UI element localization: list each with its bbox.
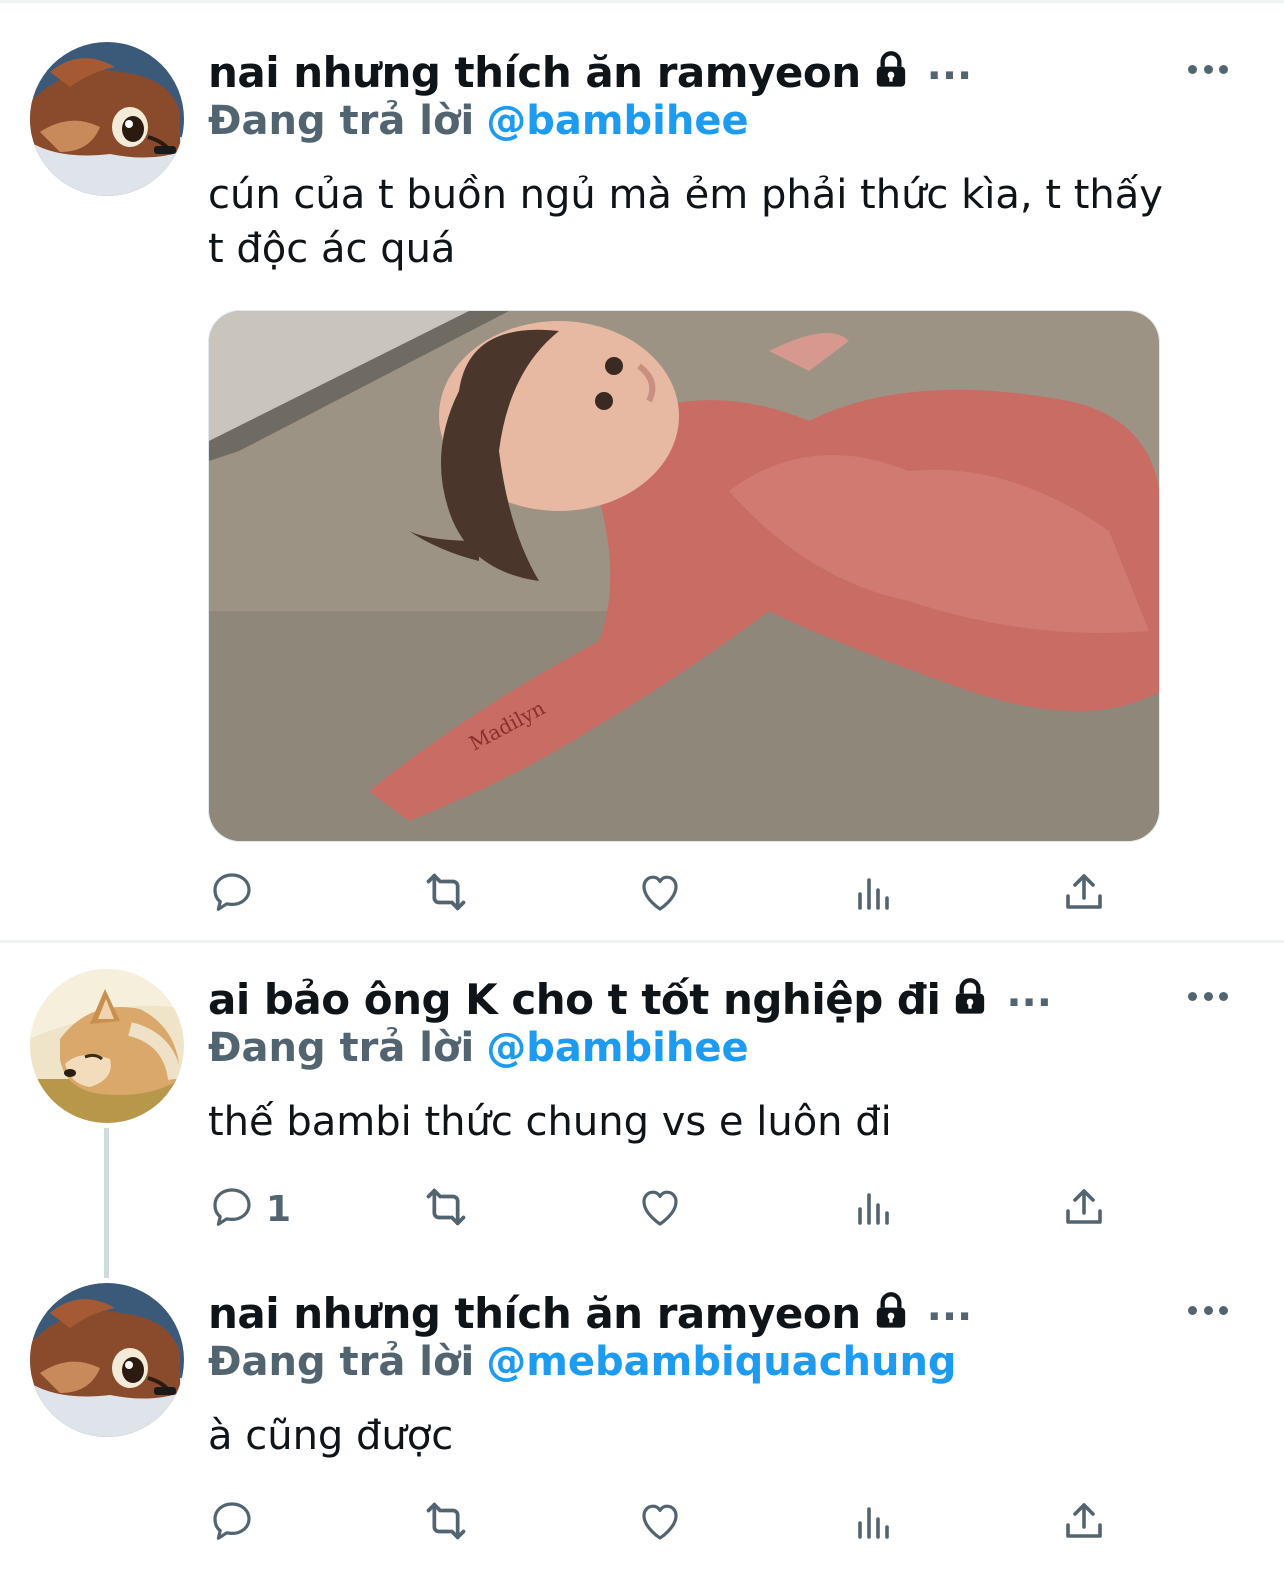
avatar-dog[interactable] (30, 969, 184, 1123)
lock-icon (871, 1291, 911, 1335)
reply-icon (208, 1183, 256, 1235)
tweet-2[interactable]: ai bảo ông K cho t tốt nghiệp đi ... Đan… (0, 943, 1284, 1278)
retweet-icon (418, 864, 474, 924)
tweet-text: thế bambi thức chung vs e luôn đi (208, 1099, 892, 1145)
author-name[interactable]: nai nhưng thích ăn ramyeon (208, 48, 861, 97)
thread-connector (104, 1128, 109, 1278)
replying-to-label: Đang trả lời (208, 98, 475, 144)
reply-button[interactable] (208, 1493, 266, 1553)
retweet-icon (418, 1179, 474, 1239)
retweet-button[interactable] (418, 1493, 474, 1553)
views-button[interactable] (850, 1179, 898, 1239)
like-icon (636, 1497, 684, 1549)
views-button[interactable] (850, 864, 898, 924)
views-button[interactable] (850, 1493, 898, 1553)
replying-to-label: Đang trả lời (208, 1025, 475, 1071)
reply-icon (208, 868, 256, 920)
reply-handle-link[interactable]: @bambihee (486, 98, 748, 144)
replying-to: Đang trả lời @bambihee (208, 98, 749, 154)
reply-icon (208, 1497, 256, 1549)
name-ellipsis: ... (926, 43, 973, 89)
replying-to: Đang trả lời @bambihee (208, 1025, 749, 1081)
tweet-text: cún của t buồn ngủ mà ẻm phải thức kìa, … (208, 172, 1163, 272)
more-icon[interactable] (1188, 62, 1228, 76)
more-icon[interactable] (1188, 989, 1228, 1003)
tweet-1[interactable]: nai nhưng thích ăn ramyeon ... Đang trả … (0, 0, 1284, 940)
reply-count: 1 (266, 1188, 292, 1230)
tweet-text: à cũng được (208, 1413, 454, 1459)
views-icon (850, 1183, 898, 1235)
like-icon (636, 868, 684, 920)
retweet-button[interactable] (418, 864, 474, 924)
name-ellipsis: ... (1006, 970, 1052, 1016)
replying-to-label: Đang trả lời (208, 1339, 475, 1385)
avatar-deer[interactable] (30, 42, 184, 196)
views-icon (850, 1497, 898, 1549)
like-button[interactable] (636, 864, 684, 924)
author-row: ai bảo ông K cho t tốt nghiệp đi ... (208, 969, 1052, 1029)
tweet-actions (208, 1493, 1108, 1553)
tweet-actions (208, 864, 1108, 924)
retweet-icon (418, 1493, 474, 1553)
like-icon (636, 1183, 684, 1235)
replying-to: Đang trả lời @mebambiquachung (208, 1339, 957, 1395)
like-button[interactable] (636, 1179, 684, 1239)
like-button[interactable] (636, 1493, 684, 1553)
author-row: nai nhưng thích ăn ramyeon ... (208, 1283, 972, 1343)
share-icon (1060, 1183, 1108, 1235)
tweet-media-image[interactable]: Madilyn (208, 310, 1160, 842)
more-icon[interactable] (1188, 1303, 1228, 1317)
avatar-deer[interactable] (30, 1283, 184, 1437)
reply-button[interactable]: 1 (208, 1179, 291, 1239)
lock-icon (950, 977, 990, 1021)
reply-button[interactable] (208, 864, 266, 924)
share-button[interactable] (1060, 864, 1108, 924)
tweet-actions: 1 (208, 1179, 1108, 1239)
lock-icon (871, 50, 911, 94)
author-row: nai nhưng thích ăn ramyeon ... (208, 42, 972, 102)
tweet-3[interactable]: nai nhưng thích ăn ramyeon ... Đang trả … (0, 1263, 1284, 1584)
share-icon (1060, 1497, 1108, 1549)
share-button[interactable] (1060, 1493, 1108, 1553)
views-icon (850, 868, 898, 920)
name-ellipsis: ... (926, 1284, 973, 1330)
reply-handle-link[interactable]: @bambihee (486, 1025, 748, 1071)
retweet-button[interactable] (418, 1179, 474, 1239)
author-name[interactable]: ai bảo ông K cho t tốt nghiệp đi (208, 975, 941, 1024)
reply-handle-link[interactable]: @mebambiquachung (486, 1339, 956, 1385)
share-button[interactable] (1060, 1179, 1108, 1239)
author-name[interactable]: nai nhưng thích ăn ramyeon (208, 1289, 861, 1338)
share-icon (1060, 868, 1108, 920)
